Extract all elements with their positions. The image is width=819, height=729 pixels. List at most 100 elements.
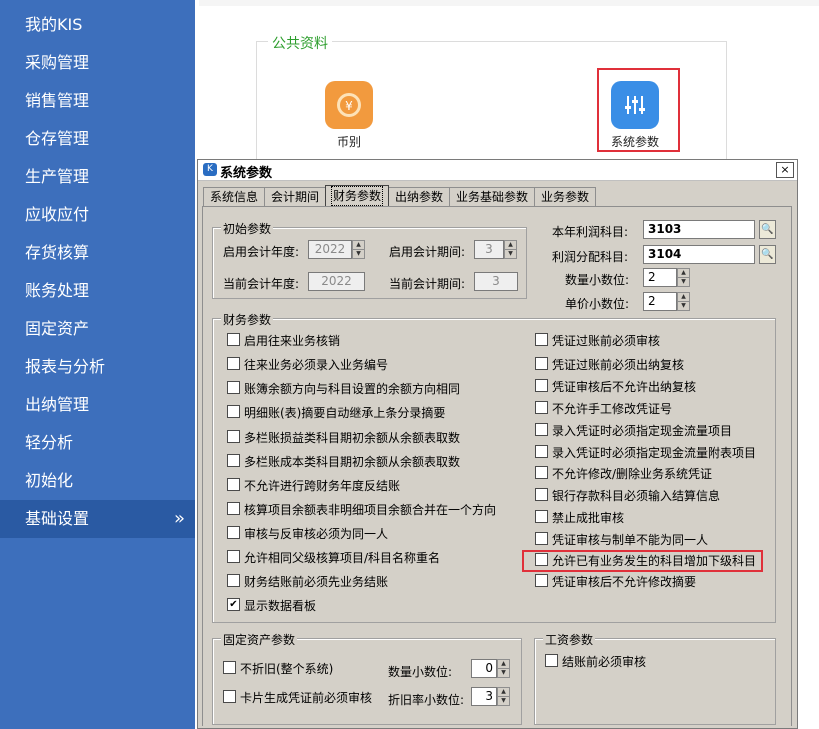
checkbox-label: 财务结账前必须先业务结账: [244, 575, 389, 589]
checkbox[interactable]: [227, 381, 240, 394]
lookup-icon[interactable]: 🔍: [759, 220, 776, 239]
group-title: 初始参数: [221, 220, 274, 237]
checkbox-label: 禁止成批审核: [552, 511, 625, 525]
highlight-box: [522, 550, 763, 572]
sidebar-item-receivables[interactable]: 应收应付: [0, 196, 195, 234]
checkbox[interactable]: [223, 690, 236, 703]
checkbox[interactable]: [535, 574, 548, 587]
checkbox-label: 凭证审核与制单不能为同一人: [552, 533, 709, 547]
checkbox[interactable]: [535, 466, 548, 479]
checkbox[interactable]: [227, 405, 240, 418]
tab-accounting-period[interactable]: 会计期间: [264, 187, 326, 206]
tab-business-base-params[interactable]: 业务基础参数: [449, 187, 535, 206]
checkbox[interactable]: [535, 445, 548, 458]
sidebar-item-label: 固定资产: [25, 319, 90, 338]
checkbox[interactable]: [545, 654, 558, 667]
sidebar-item-warehouse[interactable]: 仓存管理: [0, 120, 195, 158]
qty-decimals-field[interactable]: 2: [643, 268, 677, 287]
profit-account-label: 本年利润科目:: [552, 225, 629, 239]
profit-account-field[interactable]: 3103: [643, 220, 755, 239]
tab-label: 财务参数: [330, 186, 383, 206]
distribution-account-field[interactable]: 3104: [643, 245, 755, 264]
dialog-titlebar[interactable]: K 系统参数 ×: [198, 160, 797, 181]
checkbox[interactable]: [535, 401, 548, 414]
checkbox[interactable]: [227, 502, 240, 515]
fa-rate-decimals-spinner[interactable]: ▲ ▼: [497, 687, 510, 706]
checkbox-label: 多栏账损益类科目期初余额从余额表取数: [244, 431, 461, 445]
qty-decimals-label: 数量小数位:: [565, 273, 630, 287]
sidebar-item-label: 账务处理: [25, 281, 90, 300]
fa-qty-decimals-spinner[interactable]: ▲ ▼: [497, 659, 510, 678]
currency-tile[interactable]: ¥ 币别: [314, 81, 384, 150]
checkbox[interactable]: [227, 333, 240, 346]
checkbox[interactable]: [535, 488, 548, 501]
checkbox-label: 不允许修改/删除业务系统凭证: [552, 467, 713, 481]
double-chevron-right-icon: »: [173, 508, 185, 529]
checkbox-label: 录入凭证时必须指定现金流量项目: [552, 424, 733, 438]
checkbox-label: 往来业务必须录入业务编号: [244, 358, 389, 372]
sidebar-item-inventory-costing[interactable]: 存货核算: [0, 234, 195, 272]
tab-label: 会计期间: [270, 190, 319, 204]
checkbox-label: 审核与反审核必须为同一人: [244, 527, 389, 541]
tab-label: 业务参数: [540, 190, 589, 204]
checkbox[interactable]: [227, 357, 240, 370]
sidebar-item-label: 应收应付: [25, 205, 90, 224]
tab-cashier-params[interactable]: 出纳参数: [388, 187, 450, 206]
checkbox[interactable]: [223, 661, 236, 674]
current-year-label: 当前会计年度:: [223, 277, 300, 291]
checkbox-label: 明细账(表)摘要自动继承上条分录摘要: [244, 406, 446, 420]
sidebar-item-sales[interactable]: 销售管理: [0, 82, 195, 120]
checkbox-label: 显示数据看板: [244, 599, 317, 613]
fa-qty-decimals-label: 数量小数位:: [388, 665, 453, 679]
start-period-spinner: ▲ ▼: [504, 240, 517, 259]
lookup-icon[interactable]: 🔍: [759, 245, 776, 264]
tab-system-info[interactable]: 系统信息: [203, 187, 265, 206]
sidebar-item-my-kis[interactable]: 我的KIS: [0, 6, 195, 44]
checkbox[interactable]: [227, 430, 240, 443]
sidebar-item-fixed-assets[interactable]: 固定资产: [0, 310, 195, 348]
checkbox[interactable]: [535, 357, 548, 370]
checkbox-label: 核算项目余额表非明细项目余额合并在一个方向: [244, 503, 497, 517]
sidebar-item-light-analysis[interactable]: 轻分析: [0, 424, 195, 462]
checkbox[interactable]: [535, 532, 548, 545]
checkbox[interactable]: [535, 379, 548, 392]
checkbox-label: 卡片生成凭证前必须审核: [240, 691, 373, 705]
qty-decimals-spinner[interactable]: ▲ ▼: [677, 268, 690, 287]
sidebar-item-production[interactable]: 生产管理: [0, 158, 195, 196]
sidebar-item-cashier[interactable]: 出纳管理: [0, 386, 195, 424]
checkbox[interactable]: [535, 423, 548, 436]
group-title: 财务参数: [221, 311, 274, 328]
checkbox[interactable]: [227, 574, 240, 587]
checkbox[interactable]: [227, 550, 240, 563]
checkbox-checked[interactable]: ✔: [227, 598, 240, 611]
sidebar-item-basic-settings[interactable]: 基础设置 »: [0, 500, 195, 538]
checkbox[interactable]: [535, 510, 548, 523]
checkbox-label: 结账前必须审核: [562, 655, 647, 669]
checkbox[interactable]: [535, 333, 548, 346]
svg-text:¥: ¥: [345, 99, 353, 113]
checkbox-label: 凭证过账前必须出纳复核: [552, 358, 685, 372]
sidebar-nav: 我的KIS 采购管理 销售管理 仓存管理 生产管理 应收应付 存货核算 账务处理…: [0, 0, 195, 729]
price-decimals-spinner[interactable]: ▲ ▼: [677, 292, 690, 311]
fixed-assets-group: 固定资产参数 不折旧(整个系统) 数量小数位: 0 ▲ ▼ 卡片生成凭证前必须审核…: [212, 631, 522, 725]
sidebar-item-label: 初始化: [25, 471, 74, 490]
close-button[interactable]: ×: [776, 162, 794, 178]
checkbox[interactable]: [227, 478, 240, 491]
sidebar-item-initialization[interactable]: 初始化: [0, 462, 195, 500]
tab-business-params[interactable]: 业务参数: [534, 187, 596, 206]
current-period-label: 当前会计期间:: [389, 277, 466, 291]
fa-rate-decimals-field[interactable]: 3: [471, 687, 497, 706]
checkbox-label: 启用往来业务核销: [244, 334, 341, 348]
sidebar-item-label: 仓存管理: [25, 129, 90, 148]
sidebar-item-reports[interactable]: 报表与分析: [0, 348, 195, 386]
system-params-dialog: K 系统参数 × 系统信息 会计期间 财务参数 出纳参数 业务基础参数 业务参数…: [197, 159, 798, 729]
checkbox[interactable]: [227, 454, 240, 467]
price-decimals-field[interactable]: 2: [643, 292, 677, 311]
checkbox[interactable]: [227, 526, 240, 539]
fa-qty-decimals-field[interactable]: 0: [471, 659, 497, 678]
checkbox-label: 凭证审核后不允许出纳复核: [552, 380, 697, 394]
fa-rate-decimals-label: 折旧率小数位:: [388, 693, 465, 707]
sidebar-item-purchase[interactable]: 采购管理: [0, 44, 195, 82]
sidebar-item-ledger[interactable]: 账务处理: [0, 272, 195, 310]
tab-finance-params[interactable]: 财务参数: [325, 185, 389, 206]
